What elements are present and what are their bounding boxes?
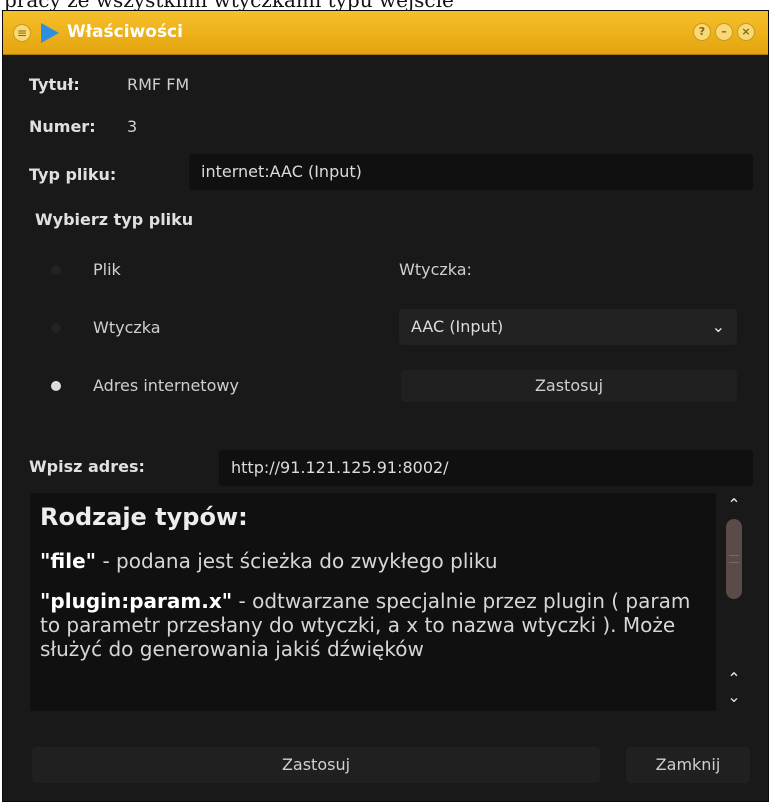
number-value: 3 — [127, 117, 138, 136]
radio-plugin-label: Wtyczka — [93, 318, 161, 337]
radio-internet-label: Adres internetowy — [93, 376, 239, 395]
plugin-label: Wtyczka: — [399, 260, 472, 279]
scroll-up-icon[interactable]: ⌃ — [722, 495, 746, 514]
help-text-area[interactable]: Rodzaje typów: "file" - podana jest ście… — [30, 493, 716, 711]
help-file-key: "file" — [40, 549, 97, 573]
title-label: Tytuł: — [29, 75, 80, 94]
scroll-down-icon[interactable]: ⌄ — [722, 687, 746, 706]
close-icon[interactable]: × — [737, 23, 755, 41]
plugin-select-value: AAC (Input) — [411, 317, 504, 336]
help-file-paragraph: "file" - podana jest ścieżka do zwykłego… — [40, 549, 706, 573]
grip-icon — [729, 555, 739, 563]
chevron-down-icon: ⌄ — [711, 317, 725, 336]
radio-file[interactable]: Plik — [51, 260, 121, 279]
choose-filetype-heading: Wybierz typ pliku — [35, 210, 194, 229]
scroll-thumb[interactable] — [726, 519, 742, 599]
radio-internet[interactable]: Adres internetowy — [51, 376, 239, 395]
app-play-icon — [41, 23, 59, 43]
filetype-label: Typ pliku: — [29, 165, 117, 184]
plugin-select[interactable]: AAC (Input) ⌄ — [399, 309, 737, 345]
window-menu-icon[interactable]: ≡ — [13, 24, 31, 42]
radio-dot[interactable] — [51, 322, 61, 333]
radio-dot-selected[interactable] — [51, 380, 61, 391]
help-file-desc: - podana jest ścieżka do zwykłego pliku — [96, 549, 498, 573]
apply-button[interactable]: Zastosuj — [32, 747, 600, 783]
window-title: Właściwości — [67, 22, 183, 42]
radio-dot[interactable] — [51, 264, 61, 275]
number-label: Numer: — [29, 117, 96, 136]
apply-plugin-button[interactable]: Zastosuj — [401, 370, 737, 402]
filetype-field[interactable]: internet:AAC (Input) — [189, 154, 753, 190]
title-value: RMF FM — [127, 75, 190, 94]
address-input[interactable]: http://91.121.125.91:8002/ — [219, 450, 753, 486]
radio-file-label: Plik — [93, 260, 121, 279]
background-page-text: pracy ze wszystkimi wtyczkami typu wejśc… — [0, 0, 770, 10]
close-button[interactable]: Zamknij — [626, 747, 750, 783]
help-plugin-paragraph: "plugin:param.x" - odtwarzane specjalnie… — [40, 589, 706, 661]
minimize-icon[interactable]: – — [715, 23, 733, 41]
titlebar[interactable]: ≡ Właściwości ? – × — [3, 11, 768, 55]
help-icon[interactable]: ? — [693, 23, 711, 41]
scroll-up-icon-lower[interactable]: ⌃ — [722, 669, 746, 688]
radio-plugin[interactable]: Wtyczka — [51, 318, 161, 337]
help-heading: Rodzaje typów: — [40, 503, 248, 531]
help-scrollbar[interactable]: ⌃ ⌃ ⌄ — [722, 493, 746, 711]
address-label: Wpisz adres: — [29, 457, 145, 476]
help-plugin-key: "plugin:param.x" — [40, 589, 233, 613]
